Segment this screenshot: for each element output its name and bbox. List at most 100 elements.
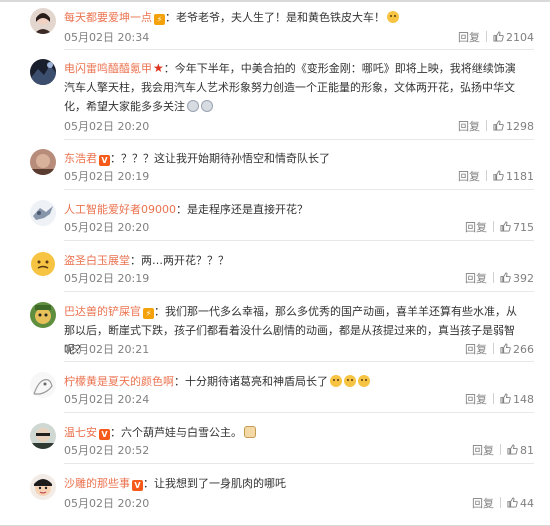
avatar[interactable] — [30, 474, 56, 500]
laugh-emoji-icon — [344, 375, 356, 387]
comment-text: 东浩君 V ：？？？这让我开始期待孙悟空和情奇队长了 — [64, 149, 520, 168]
vip-badge-icon: V — [99, 429, 110, 440]
like-button[interactable]: 2104 — [493, 31, 534, 44]
comment-actions: 回复 1181 — [458, 169, 534, 185]
comment-meta: 05月02日 20:52 回复 81 — [64, 443, 534, 459]
thumbs-up-icon — [500, 393, 511, 404]
like-count: 715 — [513, 221, 534, 234]
like-button[interactable]: 148 — [500, 393, 534, 406]
comment-actions: 回复 2104 — [458, 30, 534, 46]
laugh-emoji-icon — [387, 11, 399, 23]
action-separator — [493, 343, 494, 354]
comment-text: 温七安 V ：六个葫芦娃与白雪公主。 — [64, 423, 520, 442]
comment-divider — [64, 189, 534, 190]
comment-meta: 05月02日 20:21 回复 266 — [64, 342, 534, 358]
cat-emoji-icon — [244, 426, 256, 438]
reply-button[interactable]: 回复 — [465, 393, 487, 406]
comment-divider — [64, 291, 534, 292]
star-badge-icon: ★ — [153, 61, 164, 75]
comment-meta: 05月02日 20:34 回复 2104 — [64, 30, 534, 46]
thumbs-up-icon — [500, 343, 511, 354]
comment-actions: 回复 1298 — [458, 119, 534, 135]
like-button[interactable]: 1181 — [493, 170, 534, 183]
comment-time: 05月02日 20:34 — [64, 31, 150, 44]
comment-divider — [64, 361, 534, 362]
like-count: 1181 — [506, 170, 534, 183]
comment-body: ：让我想到了一身肌肉的哪吒 — [143, 477, 286, 490]
robot-emoji-icon — [201, 100, 213, 112]
comment-body: ：是走程序还是直接开花？ — [176, 203, 308, 216]
comment-time: 05月02日 20:52 — [64, 444, 150, 457]
avatar[interactable] — [30, 423, 56, 449]
comment-divider — [64, 412, 534, 413]
thumbs-up-icon — [493, 120, 504, 131]
like-button[interactable]: 715 — [500, 221, 534, 234]
comment-text: 盗圣白玉展堂：两…两开花？？？ — [64, 251, 520, 270]
comment-time: 05月02日 20:19 — [64, 272, 150, 285]
comment-body: ：两…两开花？？？ — [130, 254, 229, 267]
avatar[interactable] — [30, 8, 56, 34]
like-button[interactable]: 81 — [507, 444, 534, 457]
like-count: 81 — [520, 444, 534, 457]
like-count: 392 — [513, 272, 534, 285]
reply-button[interactable]: 回复 — [472, 444, 494, 457]
action-separator — [486, 31, 487, 42]
member-badge-icon: ⚡ — [154, 14, 165, 25]
reply-button[interactable]: 回复 — [465, 221, 487, 234]
avatar[interactable] — [30, 372, 56, 398]
username-link[interactable]: 电闪雷鸣醯醯氪甲 — [64, 62, 152, 75]
username-link[interactable]: 盗圣白玉展堂 — [64, 254, 130, 267]
avatar[interactable] — [30, 149, 56, 175]
thumbs-up-icon — [500, 221, 511, 232]
username-link[interactable]: 柠檬黄是夏天的颜色啊 — [64, 375, 174, 388]
avatar[interactable] — [30, 59, 56, 85]
like-button[interactable]: 266 — [500, 343, 534, 356]
laugh-emoji-icon — [358, 375, 370, 387]
username-link[interactable]: 东浩君 — [64, 152, 97, 165]
like-button[interactable]: 44 — [507, 497, 534, 510]
comment-actions: 回复 44 — [472, 496, 534, 512]
comment-text: 沙雕的那些事 V ：让我想到了一身肌肉的哪吒 — [64, 474, 520, 493]
action-separator — [493, 393, 494, 404]
laugh-emoji-icon — [330, 375, 342, 387]
like-count: 148 — [513, 393, 534, 406]
username-link[interactable]: 人工智能爱好者09000 — [64, 203, 176, 216]
reply-button[interactable]: 回复 — [465, 343, 487, 356]
comment-text: 人工智能爱好者09000：是走程序还是直接开花？ — [64, 200, 520, 219]
comment-meta: 05月02日 20:20 回复 1298 — [64, 119, 534, 135]
username-link[interactable]: 巴达兽的铲屎官 — [64, 305, 141, 318]
comment-time: 05月02日 20:20 — [64, 120, 150, 133]
comment-divider — [64, 139, 534, 140]
comment-time: 05月02日 20:20 — [64, 221, 150, 234]
avatar[interactable] — [30, 200, 56, 226]
avatar[interactable] — [30, 251, 56, 277]
action-separator — [500, 444, 501, 455]
username-link[interactable]: 每天都要爱坤一点 — [64, 11, 152, 24]
comment-time: 05月02日 20:21 — [64, 343, 150, 356]
comment-meta: 05月02日 20:20 回复 715 — [64, 220, 534, 236]
action-separator — [500, 497, 501, 508]
comment-divider — [64, 463, 534, 464]
comment-meta: 05月02日 20:24 回复 148 — [64, 392, 534, 408]
comment-meta: 05月02日 20:19 回复 392 — [64, 271, 534, 287]
comment-time: 05月02日 20:19 — [64, 170, 150, 183]
comment-actions: 回复 715 — [465, 220, 534, 236]
reply-button[interactable]: 回复 — [465, 272, 487, 285]
avatar[interactable] — [30, 302, 56, 328]
reply-button[interactable]: 回复 — [472, 497, 494, 510]
action-separator — [493, 221, 494, 232]
username-link[interactable]: 温七安 — [64, 426, 97, 439]
username-link[interactable]: 沙雕的那些事 — [64, 477, 130, 490]
reply-button[interactable]: 回复 — [458, 170, 480, 183]
comment-text: 柠檬黄是夏天的颜色啊：十分期待诸葛亮和神盾局长了 — [64, 372, 520, 391]
comment-actions: 回复 266 — [465, 342, 534, 358]
reply-button[interactable]: 回复 — [458, 31, 480, 44]
action-separator — [493, 272, 494, 283]
like-button[interactable]: 392 — [500, 272, 534, 285]
action-separator — [486, 120, 487, 131]
like-count: 44 — [520, 497, 534, 510]
comment-body: ：老爷老爷，夫人生了！是和黄色铁皮大车！ — [165, 11, 385, 24]
like-count: 2104 — [506, 31, 534, 44]
like-button[interactable]: 1298 — [493, 120, 534, 133]
reply-button[interactable]: 回复 — [458, 120, 480, 133]
